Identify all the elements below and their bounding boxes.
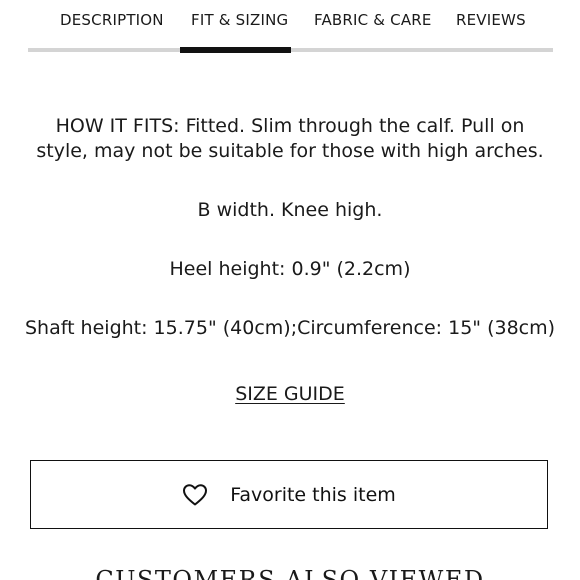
shaft-height-text: Shaft height: 15.75" (40cm);Circumferenc… — [24, 317, 556, 339]
tab-fit-sizing[interactable]: FIT & SIZING — [191, 11, 288, 29]
favorite-button-label: Favorite this item — [230, 483, 396, 506]
heart-outline-icon — [182, 483, 208, 507]
how-it-fits-line-1: HOW IT FITS: Fitted. Slim through the ca… — [55, 115, 525, 137]
how-it-fits-text: HOW IT FITS: Fitted. Slim through the ca… — [20, 114, 560, 164]
tab-reviews[interactable]: REVIEWS — [456, 11, 526, 29]
tab-description[interactable]: DESCRIPTION — [60, 11, 164, 29]
product-details-panel: DESCRIPTION FIT & SIZING FABRIC & CARE R… — [0, 0, 580, 580]
favorite-button[interactable]: Favorite this item — [30, 460, 548, 529]
tab-fabric-care[interactable]: FABRIC & CARE — [314, 11, 432, 29]
size-guide-container: SIZE GUIDE — [0, 383, 580, 405]
customers-also-viewed-heading: CUSTOMERS ALSO VIEWED — [95, 566, 485, 580]
width-text: B width. Knee high. — [197, 199, 383, 221]
size-guide-link[interactable]: SIZE GUIDE — [235, 383, 345, 405]
active-tab-indicator — [180, 47, 291, 53]
how-it-fits-line-2: style, may not be suitable for those wit… — [36, 140, 544, 162]
heel-height-text: Heel height: 0.9" (2.2cm) — [169, 258, 411, 280]
details-tab-bar: DESCRIPTION FIT & SIZING FABRIC & CARE R… — [28, 0, 553, 54]
